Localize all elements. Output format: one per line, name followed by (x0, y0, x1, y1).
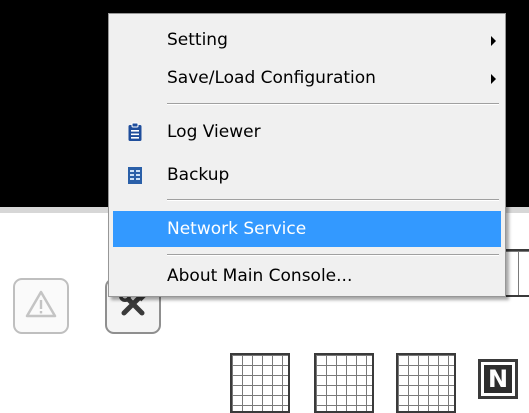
menu-item-about-main-console[interactable]: About Main Console... (113, 258, 501, 294)
submenu-arrow-icon (491, 74, 496, 84)
layout-tile[interactable] (230, 353, 290, 413)
layout-tile-n[interactable]: N (478, 359, 518, 399)
menu-item-backup[interactable]: Backup (113, 157, 501, 193)
warning-icon (24, 289, 58, 323)
layout-tile[interactable] (396, 353, 456, 413)
menu-item-network-service[interactable]: Network Service (113, 211, 501, 247)
menu-item-label: Save/Load Configuration (167, 68, 376, 88)
submenu-arrow-icon (491, 36, 496, 46)
menu-item-label: About Main Console... (167, 266, 353, 286)
menu-item-log-viewer[interactable]: Log Viewer (113, 114, 501, 150)
backup-icon (127, 165, 143, 185)
menu-separator (167, 254, 499, 256)
layout-tile[interactable] (314, 353, 374, 413)
menu-item-label: Backup (167, 165, 230, 185)
menu-item-setting[interactable]: Setting (113, 22, 501, 58)
n-label: N (484, 365, 512, 393)
menu-item-save-load-configuration[interactable]: Save/Load Configuration (113, 60, 501, 96)
menu-item-label: Network Service (167, 219, 307, 239)
menu-separator (167, 103, 499, 105)
context-menu: Setting Save/Load Configuration Log View… (108, 13, 506, 297)
warning-button[interactable] (13, 278, 69, 334)
menu-item-label: Log Viewer (167, 122, 261, 142)
clipboard-icon (127, 122, 143, 142)
menu-separator (167, 199, 499, 201)
menu-item-label: Setting (167, 30, 228, 50)
